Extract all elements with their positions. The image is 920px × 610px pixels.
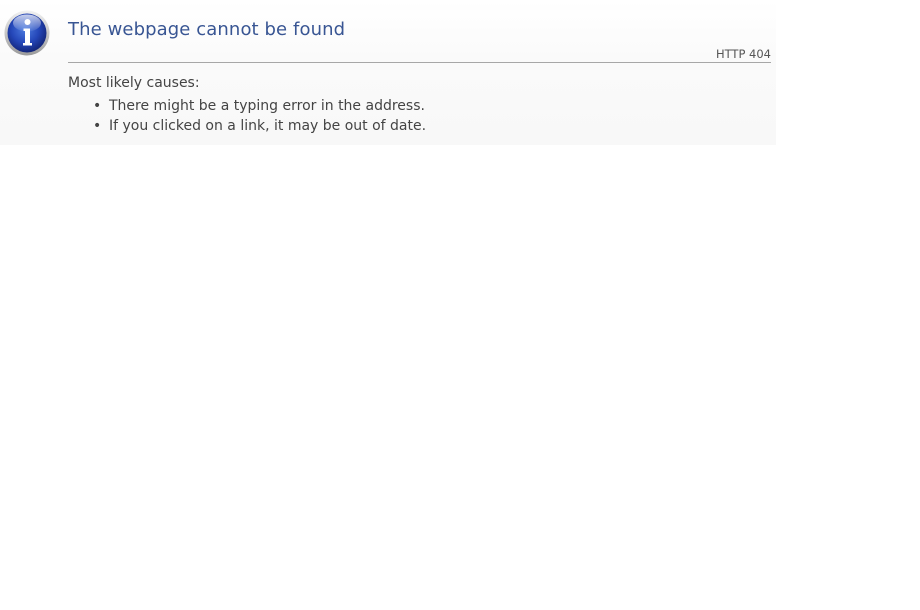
error-panel: The webpage cannot be found HTTP 404 Mos… bbox=[0, 0, 776, 145]
causes-list: • There might be a typing error in the ad… bbox=[93, 97, 426, 136]
list-item: • If you clicked on a link, it may be out… bbox=[93, 117, 426, 137]
list-item: • There might be a typing error in the ad… bbox=[93, 97, 426, 117]
status-code: HTTP 404 bbox=[715, 47, 771, 61]
info-icon bbox=[4, 10, 50, 56]
causes-heading: Most likely causes: bbox=[68, 75, 200, 91]
cause-text: If you clicked on a link, it may be out … bbox=[109, 117, 427, 134]
divider bbox=[68, 62, 771, 63]
bullet-icon: • bbox=[93, 98, 102, 114]
bullet-icon: • bbox=[93, 117, 102, 134]
cause-text: There might be a typing error in the add… bbox=[109, 98, 425, 114]
page-title: The webpage cannot be found bbox=[68, 19, 346, 40]
